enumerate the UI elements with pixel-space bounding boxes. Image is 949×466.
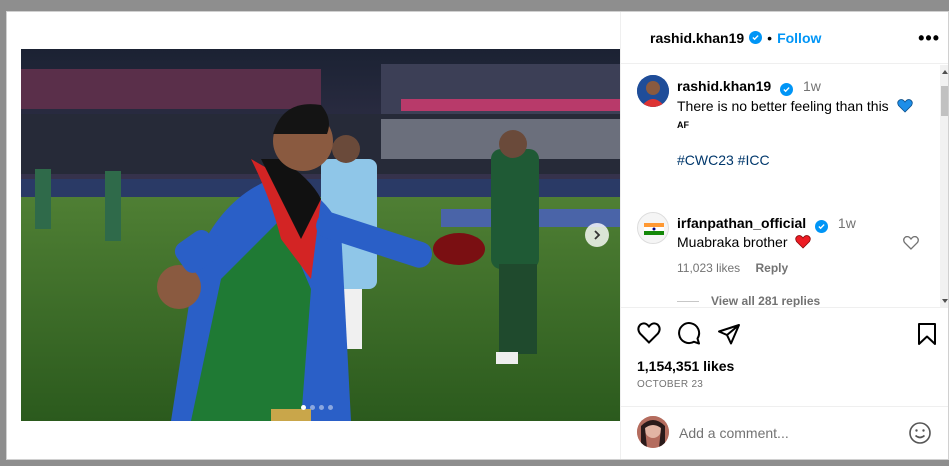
- comment-author-name[interactable]: irfanpathan_official: [677, 215, 806, 231]
- post-dialog: rashid.khan19 • Follow ••• rashid.khan19…: [6, 11, 949, 460]
- post-author[interactable]: rashid.khan19: [650, 30, 744, 46]
- caption-author: rashid.khan19 1w: [677, 78, 821, 96]
- comment-text: Muabraka brother: [677, 234, 812, 250]
- header-separator: •: [767, 29, 773, 46]
- more-options-icon[interactable]: •••: [918, 28, 940, 49]
- post-side-panel: rashid.khan19 • Follow ••• rashid.khan19…: [620, 12, 948, 459]
- post-photo[interactable]: [21, 49, 620, 421]
- carousel-dot: [319, 405, 324, 410]
- comment-like-icon[interactable]: [903, 235, 919, 255]
- flag-emoji: AF: [677, 120, 689, 130]
- caption-hashtags[interactable]: #CWC23 #ICC: [677, 152, 770, 168]
- comment-body: Muabraka brother: [677, 234, 788, 250]
- verified-badge-icon: [749, 31, 763, 44]
- comment-icon[interactable]: [677, 322, 701, 351]
- comment-time: 1w: [837, 215, 856, 231]
- post-header: rashid.khan19 • Follow: [621, 12, 948, 64]
- comment-author: irfanpathan_official 1w: [677, 215, 856, 233]
- avatar: [637, 416, 669, 448]
- caption-time: 1w: [802, 78, 821, 94]
- emoji-icon[interactable]: [908, 421, 932, 450]
- post-date: OCTOBER 23: [637, 379, 704, 390]
- media-pane: [7, 12, 620, 459]
- blue-heart-icon: [896, 99, 913, 113]
- likes-count[interactable]: 1,154,351 likes: [637, 358, 734, 374]
- view-replies-label[interactable]: View all 281 replies: [711, 294, 820, 307]
- comments-list[interactable]: rashid.khan19 1w There is no better feel…: [621, 65, 948, 307]
- next-image-button[interactable]: [585, 223, 609, 247]
- add-comment-input[interactable]: [679, 423, 899, 443]
- avatar[interactable]: [637, 212, 669, 244]
- share-icon[interactable]: [717, 322, 741, 351]
- comment-composer: [621, 406, 948, 459]
- carousel-dot: [310, 405, 315, 410]
- comment-meta: 11,023 likes Reply: [677, 261, 800, 275]
- follow-button[interactable]: Follow: [777, 30, 821, 46]
- carousel-indicator: [301, 405, 333, 410]
- carousel-dot: [301, 405, 306, 410]
- red-heart-icon: [795, 235, 812, 249]
- chevron-right-icon: [594, 230, 601, 240]
- save-bookmark-icon[interactable]: [917, 322, 937, 351]
- caption-body: There is no better feeling than this: [677, 98, 889, 114]
- scrollbar-thumb[interactable]: [941, 86, 948, 116]
- post-actions: 1,154,351 likes OCTOBER 23: [621, 307, 948, 417]
- cricket-celebration-image: [21, 49, 620, 421]
- avatar[interactable]: [637, 75, 669, 107]
- verified-badge-icon: [815, 220, 829, 233]
- caption-text: There is no better feeling than this: [677, 98, 913, 114]
- replies-divider: [677, 300, 699, 302]
- caption-author-name[interactable]: rashid.khan19: [677, 78, 771, 94]
- comment-likes[interactable]: 11,023 likes: [677, 261, 740, 275]
- verified-badge-icon: [780, 83, 794, 96]
- scroll-down-arrow-icon[interactable]: [942, 299, 948, 303]
- view-replies-button[interactable]: View all 281 replies: [677, 294, 820, 307]
- carousel-dot: [328, 405, 333, 410]
- reply-button[interactable]: Reply: [756, 261, 789, 275]
- like-icon[interactable]: [637, 322, 661, 349]
- scroll-up-arrow-icon[interactable]: [942, 70, 948, 74]
